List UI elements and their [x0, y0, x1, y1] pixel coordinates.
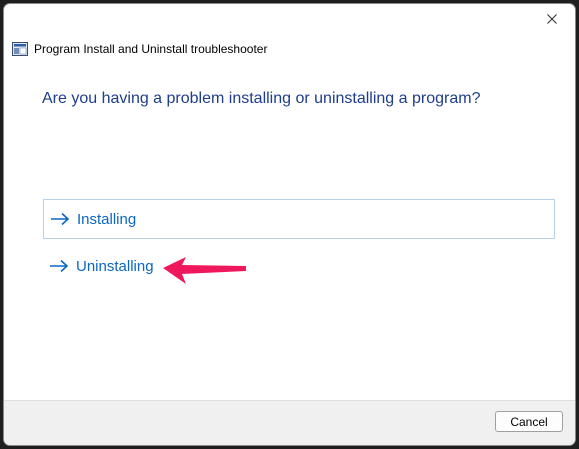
pointer-arrow-icon [163, 257, 246, 284]
close-icon [547, 14, 557, 24]
title-bar: Program Install and Uninstall troublesho… [12, 40, 267, 58]
right-arrow-icon [50, 259, 69, 273]
option-installing[interactable]: Installing [43, 199, 555, 239]
window-title: Program Install and Uninstall troublesho… [34, 42, 268, 56]
dialog-footer: Cancel [4, 400, 575, 445]
cancel-button[interactable]: Cancel [495, 411, 563, 432]
option-installing-label: Installing [77, 210, 137, 228]
troubleshooter-app-icon [12, 42, 28, 56]
question-heading: Are you having a problem installing or u… [42, 90, 481, 107]
dialog-window: Program Install and Uninstall troublesho… [3, 3, 576, 446]
right-arrow-icon [51, 212, 70, 226]
close-button[interactable] [529, 4, 575, 34]
option-uninstalling-label: Uninstalling [76, 257, 154, 275]
